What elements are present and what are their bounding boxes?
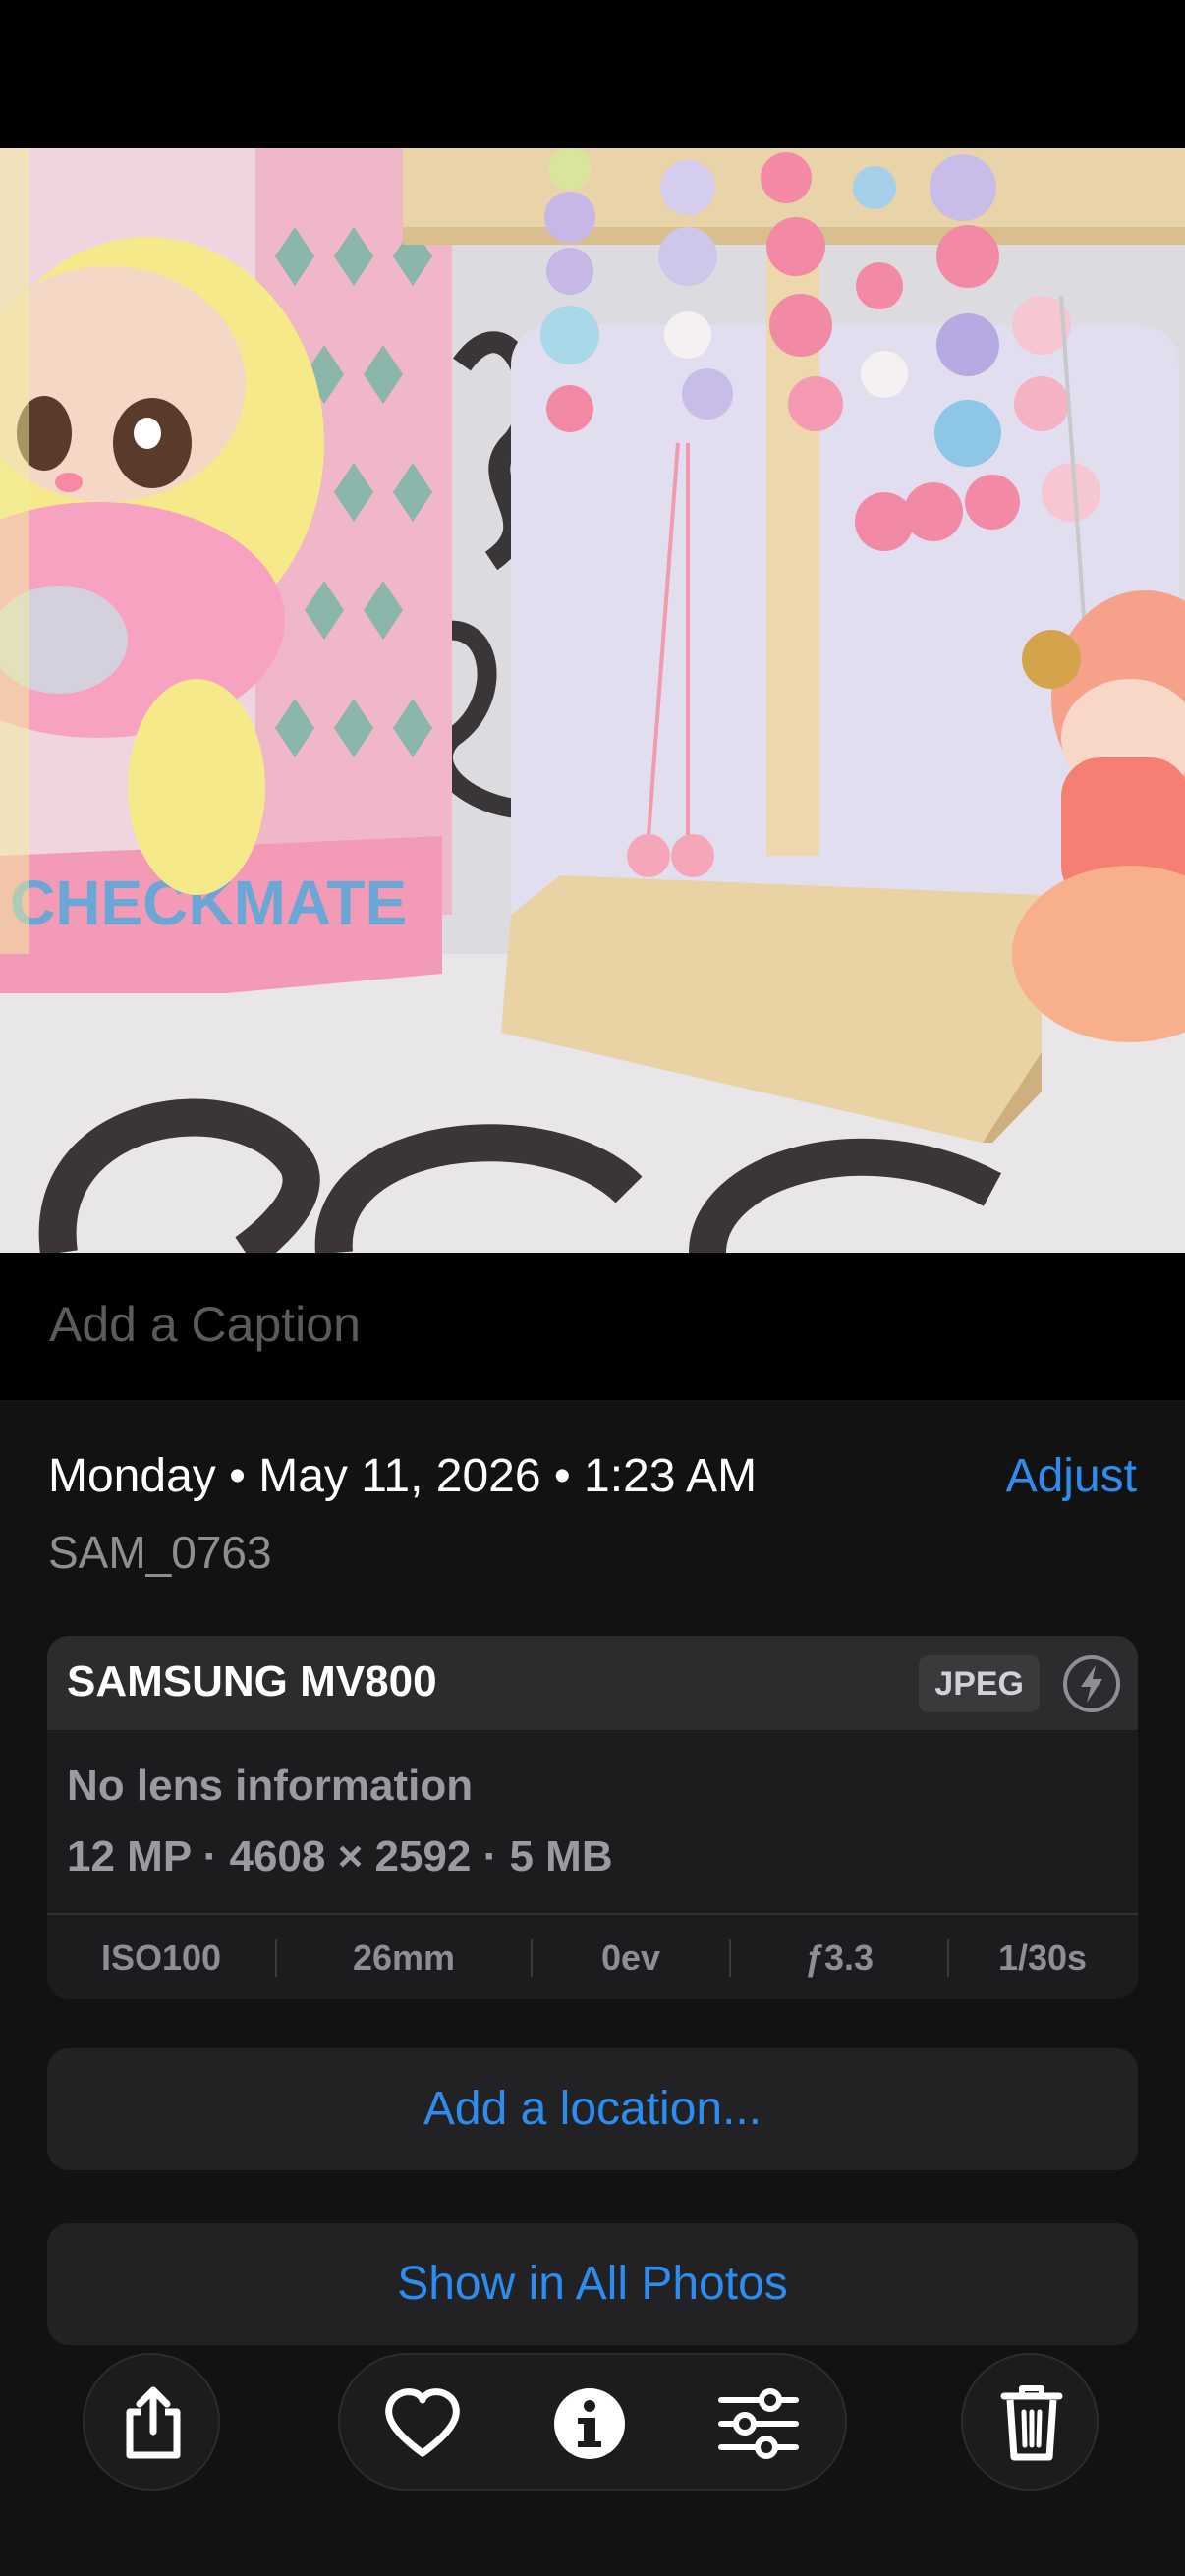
caption-area[interactable]: Add a Caption — [0, 1253, 1185, 1400]
show-in-all-photos-button[interactable]: Show in All Photos — [47, 2223, 1138, 2345]
info-icon[interactable] — [552, 2386, 627, 2461]
exif-row: ISO100 26mm 0ev ƒ3.3 1/30s — [47, 1913, 1138, 1999]
photo-view[interactable]: CHECKMATE — [0, 148, 1185, 1253]
camera-info-card: SAMSUNG MV800 JPEG No lens information 1… — [47, 1636, 1138, 1999]
format-badge: JPEG — [919, 1655, 1040, 1712]
trash-icon — [1000, 2385, 1063, 2461]
share-button[interactable] — [83, 2353, 220, 2491]
image-specs: 12 MP · 4608 × 2592 · 5 MB — [67, 1832, 613, 1880]
delete-button[interactable] — [961, 2353, 1099, 2491]
camera-model: SAMSUNG MV800 — [67, 1657, 437, 1706]
exif-shutter: 1/30s — [997, 1937, 1088, 1978]
flash-icon — [1063, 1655, 1120, 1712]
exif-focal-length: 26mm — [352, 1937, 456, 1978]
file-name: SAM_0763 — [48, 1527, 272, 1578]
photo-image: CHECKMATE — [0, 148, 1185, 1253]
exif-exposure: 0ev — [600, 1937, 661, 1978]
add-location-button[interactable]: Add a location... — [47, 2048, 1138, 2170]
exif-iso: ISO100 — [100, 1937, 222, 1978]
share-icon — [126, 2386, 181, 2459]
heart-icon[interactable] — [383, 2388, 462, 2459]
camera-card-header: SAMSUNG MV800 JPEG — [47, 1636, 1138, 1730]
caption-placeholder[interactable]: Add a Caption — [49, 1296, 361, 1353]
sliders-icon[interactable] — [717, 2388, 800, 2459]
adjust-button[interactable]: Adjust — [1006, 1449, 1137, 1503]
capture-date: Monday • May 11, 2026 • 1:23 AM — [48, 1450, 758, 1502]
lens-info: No lens information — [67, 1762, 474, 1810]
bottom-toolbar — [0, 2353, 1185, 2500]
action-group — [338, 2353, 847, 2491]
exif-aperture: ƒ3.3 — [804, 1937, 875, 1978]
